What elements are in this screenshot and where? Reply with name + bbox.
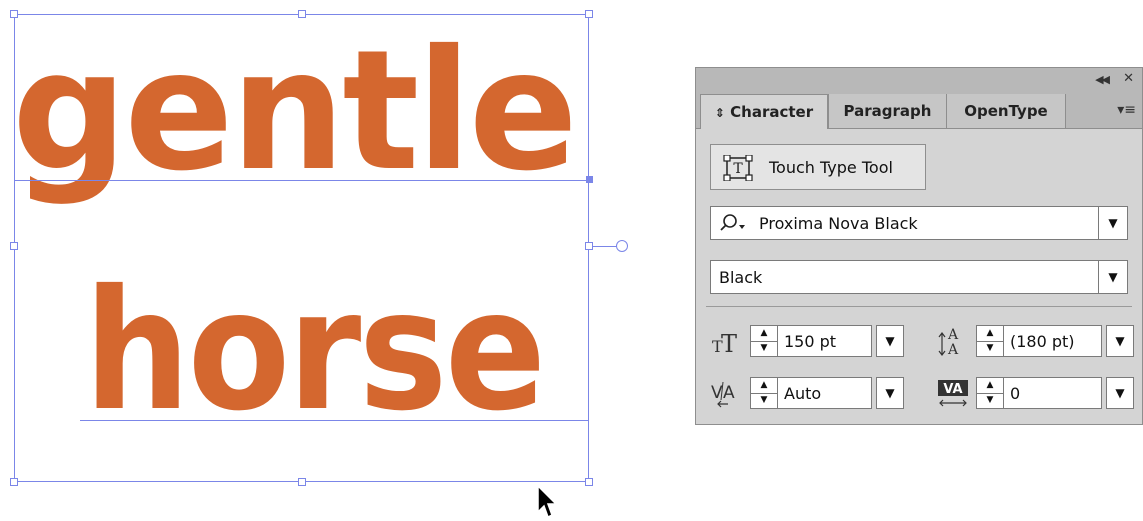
resize-handle-bottom-center[interactable] bbox=[298, 478, 306, 486]
baseline-guide-2 bbox=[80, 420, 589, 421]
baseline-anchor-point[interactable] bbox=[586, 176, 593, 183]
tracking-dropdown-arrow[interactable]: ▼ bbox=[1106, 377, 1134, 409]
divider bbox=[706, 306, 1132, 307]
tracking-icon: VA bbox=[938, 380, 968, 407]
resize-handle-top-center[interactable] bbox=[298, 10, 306, 18]
leading-stepper[interactable]: ▲ ▼ bbox=[976, 325, 1004, 357]
svg-text:A: A bbox=[947, 342, 959, 356]
tracking-stepper[interactable]: ▲ ▼ bbox=[976, 377, 1004, 409]
font-family-value: Proxima Nova Black bbox=[759, 214, 918, 233]
tracking-field: VA ▲ ▼ 0 ▼ bbox=[936, 376, 1136, 410]
font-size-icon: T T bbox=[712, 330, 737, 356]
svg-text:T: T bbox=[721, 330, 737, 356]
font-size-field: T T ▲ ▼ 150 pt ▼ bbox=[710, 324, 910, 358]
increment-arrow-icon[interactable]: ▲ bbox=[977, 378, 1003, 394]
arrow-cursor-icon bbox=[537, 484, 558, 519]
font-family-dropdown[interactable]: Proxima Nova Black ▼ bbox=[710, 206, 1128, 240]
resize-handle-bottom-left[interactable] bbox=[10, 478, 18, 486]
touch-type-tool-button[interactable]: T Touch Type Tool bbox=[710, 144, 926, 190]
chevron-down-icon[interactable]: ▼ bbox=[1098, 207, 1127, 239]
tab-character[interactable]: ⇕ Character bbox=[700, 94, 828, 129]
text-out-port[interactable] bbox=[616, 240, 628, 252]
kerning-field: V A ▲ ▼ Auto ▼ bbox=[710, 376, 910, 410]
touch-type-label: Touch Type Tool bbox=[769, 158, 893, 177]
decrement-arrow-icon[interactable]: ▼ bbox=[751, 341, 777, 356]
tab-paragraph[interactable]: Paragraph bbox=[828, 94, 946, 128]
resize-handle-top-left[interactable] bbox=[10, 10, 18, 18]
decrement-arrow-icon[interactable]: ▼ bbox=[977, 393, 1003, 408]
panel-titlebar[interactable]: ◀◀ ✕ bbox=[696, 68, 1142, 94]
resize-handle-top-right[interactable] bbox=[585, 10, 593, 18]
decrement-arrow-icon[interactable]: ▼ bbox=[977, 341, 1003, 356]
search-icon bbox=[720, 214, 745, 231]
close-icon[interactable]: ✕ bbox=[1123, 71, 1134, 86]
selection-bounding-box[interactable] bbox=[14, 14, 589, 482]
collapse-double-chevron-icon[interactable]: ◀◀ bbox=[1095, 73, 1110, 86]
touch-type-icon: T bbox=[723, 155, 753, 181]
leading-input[interactable]: (180 pt) bbox=[1004, 325, 1102, 357]
tracking-input[interactable]: 0 bbox=[1004, 377, 1102, 409]
leading-dropdown-arrow[interactable]: ▼ bbox=[1106, 325, 1134, 357]
svg-text:VA: VA bbox=[943, 382, 962, 397]
svg-text:T: T bbox=[733, 161, 743, 177]
svg-text:A: A bbox=[947, 327, 959, 343]
font-style-dropdown[interactable]: Black ▼ bbox=[710, 260, 1128, 294]
resize-handle-middle-right[interactable] bbox=[585, 242, 593, 250]
font-style-value: Black bbox=[719, 268, 763, 287]
leading-icon: A A bbox=[938, 327, 959, 356]
leading-field: A A ▲ ▼ (180 pt) ▼ bbox=[936, 324, 1136, 358]
tab-opentype[interactable]: OpenType bbox=[946, 94, 1066, 128]
character-panel: ◀◀ ✕ ⇕ Character Paragraph OpenType ▾≡ T… bbox=[695, 67, 1143, 425]
svg-text:A: A bbox=[723, 383, 735, 403]
text-thread-line bbox=[593, 246, 617, 247]
panel-tab-row: ⇕ Character Paragraph OpenType ▾≡ bbox=[696, 94, 1142, 129]
font-size-stepper[interactable]: ▲ ▼ bbox=[750, 325, 778, 357]
increment-arrow-icon[interactable]: ▲ bbox=[751, 378, 777, 394]
kerning-icon: V A bbox=[711, 381, 735, 408]
kerning-stepper[interactable]: ▲ ▼ bbox=[750, 377, 778, 409]
panel-menu-icon[interactable]: ▾≡ bbox=[1117, 102, 1136, 118]
decrement-arrow-icon[interactable]: ▼ bbox=[751, 393, 777, 408]
resize-handle-middle-left[interactable] bbox=[10, 242, 18, 250]
font-size-input[interactable]: 150 pt bbox=[778, 325, 872, 357]
baseline-guide-1 bbox=[14, 180, 589, 181]
chevron-down-icon[interactable]: ▼ bbox=[1098, 261, 1127, 293]
kerning-dropdown-arrow[interactable]: ▼ bbox=[876, 377, 904, 409]
font-size-dropdown-arrow[interactable]: ▼ bbox=[876, 325, 904, 357]
resize-handle-bottom-right[interactable] bbox=[585, 478, 593, 486]
increment-arrow-icon[interactable]: ▲ bbox=[977, 326, 1003, 342]
increment-arrow-icon[interactable]: ▲ bbox=[751, 326, 777, 342]
updown-chevron-icon: ⇕ bbox=[714, 106, 725, 120]
kerning-input[interactable]: Auto bbox=[778, 377, 872, 409]
